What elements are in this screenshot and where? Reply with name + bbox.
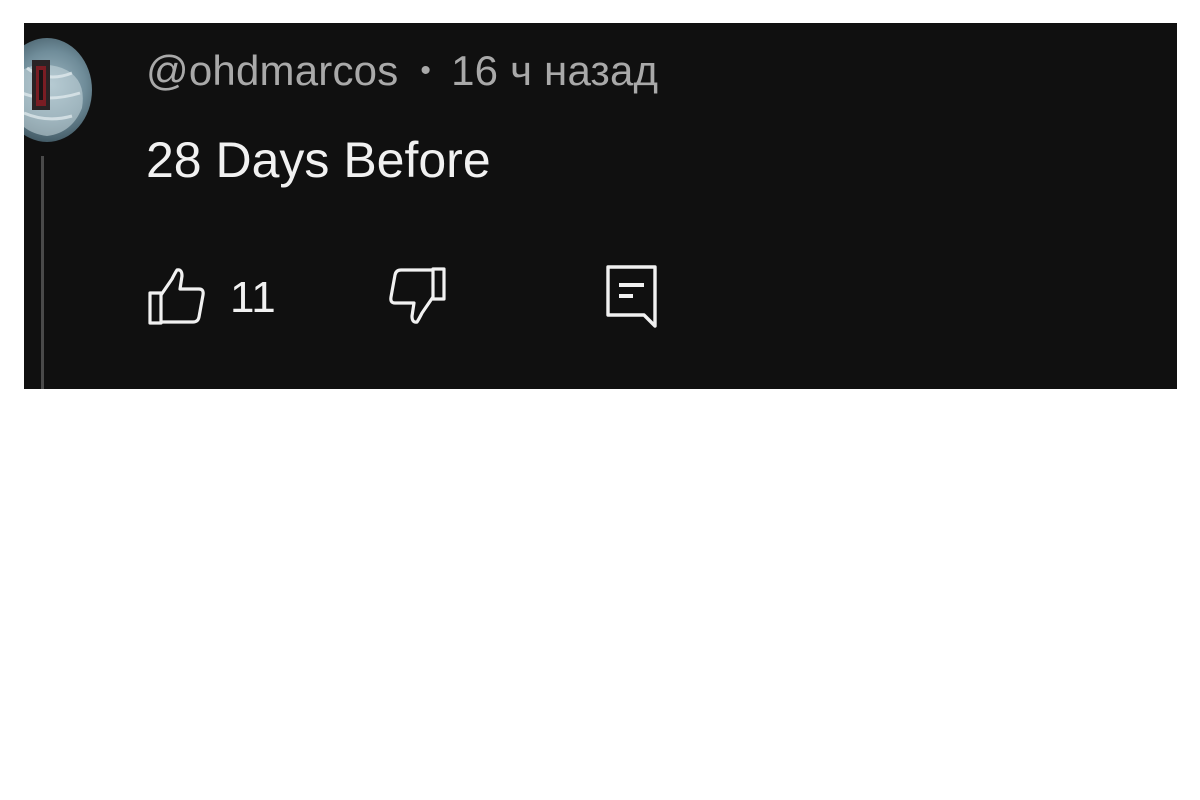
meta-separator: • bbox=[420, 54, 432, 87]
author-handle[interactable]: @ohdmarcos bbox=[146, 47, 398, 95]
thumbs-up-icon bbox=[146, 265, 208, 332]
comment-actions: 11 bbox=[146, 263, 746, 333]
comment-timestamp[interactable]: 16 ч назад bbox=[451, 47, 658, 95]
comment-meta: @ohdmarcos • 16 ч назад bbox=[146, 45, 658, 97]
comment-reply-icon bbox=[604, 263, 660, 334]
comment-card: @ohdmarcos • 16 ч назад 28 Days Before 1… bbox=[24, 23, 1177, 389]
thread-line bbox=[41, 156, 44, 389]
reply-button[interactable] bbox=[604, 263, 660, 333]
like-count: 11 bbox=[230, 273, 276, 322]
comment-text: 28 Days Before bbox=[146, 132, 491, 188]
avatar[interactable] bbox=[24, 38, 92, 142]
avatar-image bbox=[24, 60, 83, 136]
thumbs-down-icon bbox=[386, 265, 448, 332]
like-button[interactable]: 11 bbox=[146, 263, 276, 333]
dislike-button[interactable] bbox=[386, 263, 448, 333]
